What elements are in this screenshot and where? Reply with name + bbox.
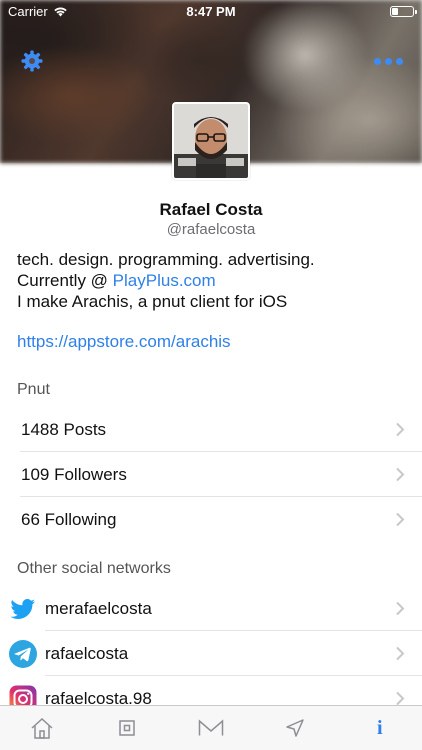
profile-handle: @rafaelcosta [166, 221, 256, 238]
social-section-label: Other social networks [17, 560, 171, 577]
pnut-section-label: Pnut [17, 381, 50, 398]
chevron-right-icon [396, 691, 405, 706]
settings-button[interactable] [20, 49, 44, 73]
send-icon [286, 719, 305, 737]
status-time: 8:47 PM [186, 3, 236, 19]
social-row-telegram[interactable]: rafaelcosta [0, 631, 422, 676]
more-dot [374, 57, 381, 65]
battery-level [392, 7, 398, 15]
chevron-right-icon [396, 646, 405, 661]
bio-text: Currently @ [17, 271, 113, 290]
telegram-icon [9, 640, 37, 668]
row-label: 109 Followers [21, 464, 127, 484]
pnut-stats-list: 1488 Posts 109 Followers 66 Following [0, 407, 422, 542]
following-row[interactable]: 66 Following [0, 497, 422, 542]
row-label: 66 Following [21, 509, 117, 529]
tab-bar: i [0, 705, 422, 750]
more-options-button[interactable] [374, 55, 406, 67]
tab-home[interactable] [0, 706, 84, 750]
posts-icon [118, 720, 135, 736]
status-bar: Carrier 8:47 PM [0, 0, 422, 22]
social-row-twitter[interactable]: merafaelcosta [0, 586, 422, 631]
more-dot [396, 57, 403, 65]
row-label: merafaelcosta [45, 598, 152, 618]
avatar[interactable] [172, 102, 250, 180]
bio-link[interactable]: PlayPlus.com [113, 271, 216, 290]
row-label: 1488 Posts [21, 419, 107, 439]
bio-line: tech. design. programming. advertising. [17, 250, 315, 269]
tab-posts[interactable] [84, 706, 168, 750]
followers-row[interactable]: 109 Followers [0, 452, 422, 497]
profile-bio: tech. design. programming. advertising. … [17, 249, 407, 312]
bio-line: I make Arachis, a pnut client for iOS [17, 292, 288, 311]
chevron-right-icon [396, 601, 405, 616]
home-icon [31, 717, 53, 739]
twitter-icon [10, 598, 35, 619]
tab-send[interactable] [253, 706, 337, 750]
social-networks-list: merafaelcosta rafaelcosta rafaelcosta.98 [0, 586, 422, 721]
profile-url-link[interactable]: https://appstore.com/arachis [17, 332, 231, 352]
chevron-right-icon [396, 467, 405, 482]
info-icon: i [377, 716, 383, 739]
posts-row[interactable]: 1488 Posts [0, 407, 422, 452]
gear-icon [21, 50, 43, 72]
mail-icon [198, 719, 224, 736]
row-label: rafaelcosta [45, 643, 129, 663]
battery-icon [390, 5, 417, 17]
chevron-right-icon [396, 422, 405, 437]
chevron-right-icon [396, 512, 405, 527]
avatar-photo [174, 104, 248, 178]
tab-info[interactable]: i [338, 706, 422, 750]
tab-messages[interactable] [169, 706, 253, 750]
more-dot [385, 57, 392, 65]
bio-line: Currently @ PlayPlus.com [17, 270, 407, 291]
profile-name: Rafael Costa [159, 200, 263, 219]
